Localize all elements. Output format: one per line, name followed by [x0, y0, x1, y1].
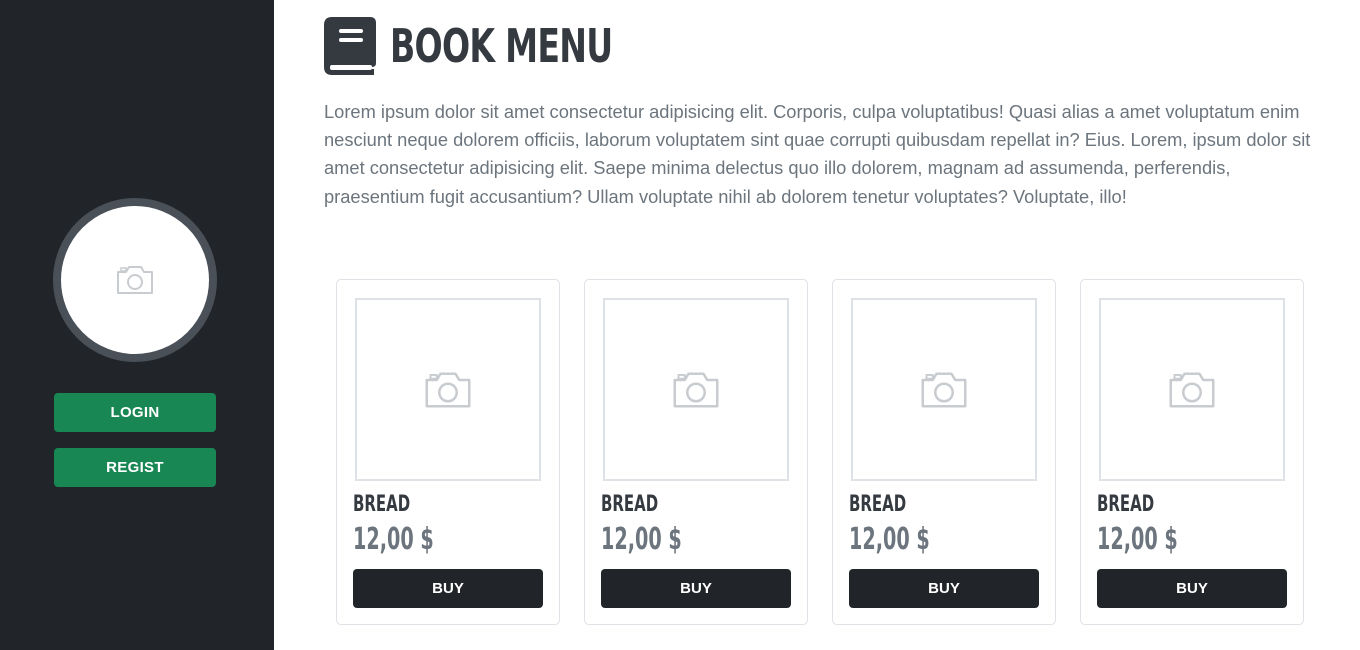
buy-button[interactable]: BUY: [849, 569, 1039, 608]
buy-button[interactable]: BUY: [353, 569, 543, 608]
product-card: BREAD 12,00 $ BUY: [584, 279, 808, 625]
product-image: [355, 298, 541, 481]
product-price: 12,00 $: [353, 522, 434, 557]
page-header: BOOK MENU: [324, 17, 699, 75]
product-card: BREAD 12,00 $ BUY: [336, 279, 560, 625]
product-price: 12,00 $: [849, 522, 930, 557]
product-price: 12,00 $: [1097, 522, 1178, 557]
register-button[interactable]: REGIST: [54, 448, 216, 487]
description-text: Lorem ipsum dolor sit amet consectetur a…: [324, 101, 1311, 207]
camera-icon: [673, 372, 719, 407]
product-name: BREAD: [849, 492, 907, 517]
product-name: BREAD: [353, 492, 411, 517]
product-name: BREAD: [1097, 492, 1155, 517]
login-button[interactable]: LOGIN: [54, 393, 216, 432]
product-image: [1099, 298, 1285, 481]
product-price: 12,00 $: [601, 522, 682, 557]
buy-button[interactable]: BUY: [1097, 569, 1287, 608]
product-card: BREAD 12,00 $ BUY: [832, 279, 1056, 625]
page-title: BOOK MENU: [390, 19, 613, 73]
avatar[interactable]: [53, 198, 217, 362]
camera-icon: [117, 266, 153, 294]
product-card: BREAD 12,00 $ BUY: [1080, 279, 1304, 625]
sidebar: LOGIN REGIST: [0, 0, 274, 650]
main-content: BOOK MENU Lorem ipsum dolor sit amet con…: [274, 0, 1360, 650]
buy-button[interactable]: BUY: [601, 569, 791, 608]
camera-icon: [1169, 372, 1215, 407]
book-icon: [324, 17, 376, 75]
camera-icon: [425, 372, 471, 407]
camera-icon: [921, 372, 967, 407]
product-image: [603, 298, 789, 481]
product-image: [851, 298, 1037, 481]
product-name: BREAD: [601, 492, 659, 517]
